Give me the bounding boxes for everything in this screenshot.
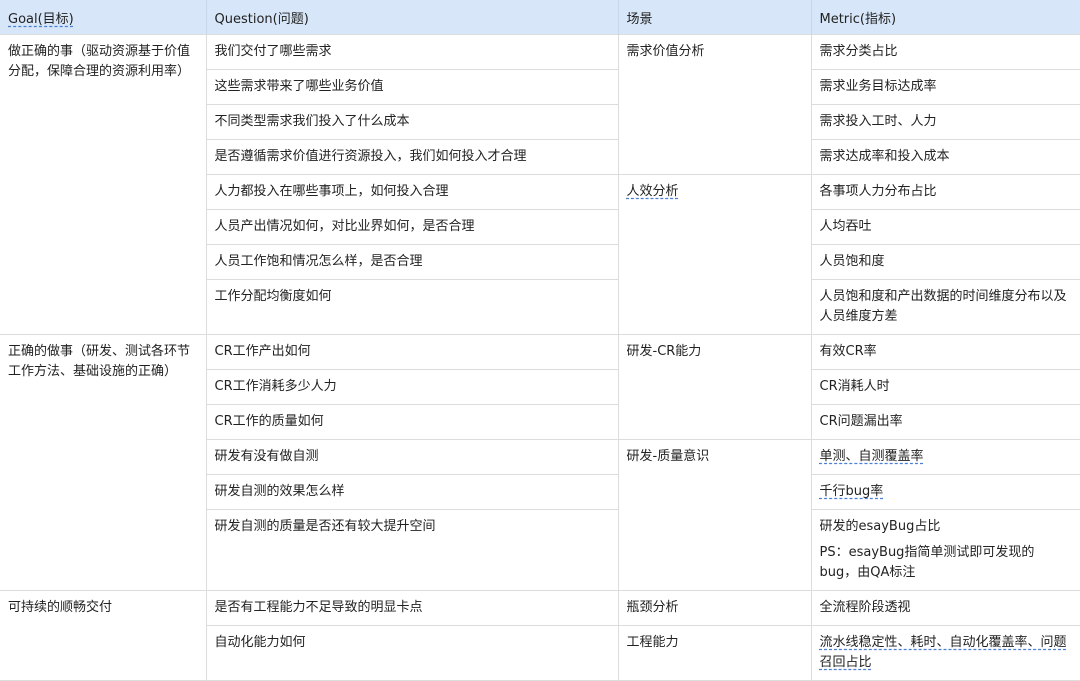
- metric-cell: 需求达成率和投入成本: [810, 139, 1080, 175]
- header-question: Question(问题): [206, 0, 619, 35]
- question-cell: 这些需求带来了哪些业务价值: [206, 69, 619, 105]
- question-cell: 是否有工程能力不足导致的明显卡点: [205, 590, 619, 626]
- metric-cell: 研发的esayBug占比 PS：esayBug指简单测试即可发现的bug，由QA…: [810, 509, 1080, 591]
- table-row: 做正确的事（驱动资源基于价值分配，保障合理的资源利用率） 我们交付了哪些需求 需…: [0, 34, 1080, 335]
- scene-cell: 研发-CR能力: [617, 334, 812, 440]
- table-row: 可持续的顺畅交付 是否有工程能力不足导致的明显卡点 瓶颈分析 全流程阶段透视: [0, 590, 1080, 681]
- question-cell: 人力都投入在哪些事项上，如何投入合理: [206, 174, 619, 210]
- metric-cell: 有效CR率: [810, 334, 1080, 370]
- question-cell: 工作分配均衡度如何: [206, 279, 619, 335]
- metric-cell: 需求业务目标达成率: [810, 69, 1080, 105]
- question-cell: 研发有没有做自测: [206, 439, 619, 475]
- metric-cell: 单测、自测覆盖率: [810, 439, 1080, 475]
- metric-cell: 需求分类占比: [810, 34, 1080, 70]
- header-metric: Metric(指标): [811, 0, 1080, 35]
- question-cell: CR工作消耗多少人力: [206, 369, 619, 405]
- header-goal: Goal(目标): [0, 0, 207, 35]
- metric-text: 研发的esayBug占比: [819, 519, 941, 534]
- scene-cell: 人效分析: [617, 174, 812, 335]
- question-cell: 人员工作饱和情况怎么样，是否合理: [206, 244, 619, 280]
- scene-cell: 研发-质量意识: [617, 439, 812, 591]
- goal-cell: 正确的做事（研发、测试各环节工作方法、基础设施的正确）: [0, 334, 207, 591]
- metric-cell: CR问题漏出率: [810, 404, 1080, 440]
- metric-cell: CR消耗人时: [810, 369, 1080, 405]
- question-cell: 自动化能力如何: [206, 625, 619, 681]
- metric-cell: 人员饱和度: [810, 244, 1080, 280]
- metric-cell: 全流程阶段透视: [810, 590, 1080, 626]
- question-cell: 研发自测的质量是否还有较大提升空间: [206, 509, 619, 591]
- scene-cell: 需求价值分析: [617, 34, 812, 175]
- metric-cell: 需求投入工时、人力: [810, 104, 1080, 140]
- goal-question-metric-table: Goal(目标) Question(问题) 场景 Metric(指标) 做正确的…: [0, 0, 1080, 681]
- header-scene: 场景: [618, 0, 812, 35]
- metric-cell: 流水线稳定性、耗时、自动化覆盖率、问题召回占比: [810, 625, 1080, 681]
- question-cell: 研发自测的效果怎么样: [206, 474, 619, 510]
- scene-cell: 工程能力: [617, 625, 812, 681]
- question-cell: 不同类型需求我们投入了什么成本: [206, 104, 619, 140]
- table-row: 正确的做事（研发、测试各环节工作方法、基础设施的正确） CR工作产出如何 研发-…: [0, 334, 1080, 591]
- question-cell: 是否遵循需求价值进行资源投入，我们如何投入才合理: [206, 139, 619, 175]
- question-cell: 人员产出情况如何，对比业界如何，是否合理: [206, 209, 619, 245]
- question-cell: 我们交付了哪些需求: [205, 34, 619, 70]
- scene-cell: 瓶颈分析: [617, 590, 812, 626]
- goal-cell: 可持续的顺畅交付: [0, 590, 207, 681]
- goal-cell: 做正确的事（驱动资源基于价值分配，保障合理的资源利用率）: [0, 34, 207, 335]
- metric-cell: 千行bug率: [810, 474, 1080, 510]
- header-row: Goal(目标) Question(问题) 场景 Metric(指标): [0, 0, 1080, 35]
- question-cell: CR工作产出如何: [205, 334, 619, 370]
- metric-cell: 人均吞吐: [810, 209, 1080, 245]
- metric-cell: 各事项人力分布占比: [810, 174, 1080, 210]
- metric-note: PS：esayBug指简单测试即可发现的bug，由QA标注: [819, 545, 1035, 580]
- metric-cell: 人员饱和度和产出数据的时间维度分布以及人员维度方差: [810, 279, 1080, 335]
- question-cell: CR工作的质量如何: [206, 404, 619, 440]
